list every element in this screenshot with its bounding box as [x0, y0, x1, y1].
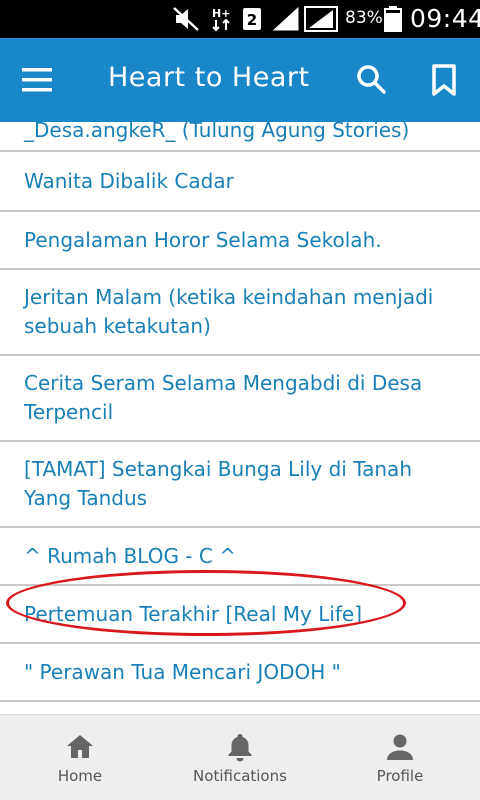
list-item[interactable]: ^ Rumah BLOG - C ^ [0, 528, 480, 586]
nav-profile[interactable]: Profile [320, 715, 480, 800]
list-item[interactable]: Jeritan Malam (ketika keindahan menjadi … [0, 270, 480, 356]
battery-percent: 83% [345, 8, 383, 28]
network-type-label: H+ [212, 7, 230, 20]
clock: 09:44 [410, 4, 480, 33]
list-item-label: Cerita Seram Selama Mengabdi di Desa Ter… [24, 371, 423, 424]
app-title: Heart to Heart [108, 62, 310, 93]
list-item-label: Jeritan Malam (ketika keindahan menjadi … [24, 285, 434, 338]
story-list: _Desa.angkeR_ (Tulung Agung Stories) Wan… [0, 122, 480, 714]
network-type-icon: H+ [212, 7, 230, 32]
bottom-navigation: Home Notifications Profile [0, 714, 480, 800]
list-item-label: [TAMAT] Setangkai Bunga Lily di Tanah Ya… [24, 457, 412, 510]
list-item[interactable]: Pengalaman Horor Selama Sekolah. [0, 212, 480, 270]
list-item-label: _Desa.angkeR_ (Tulung Agung Stories) [24, 122, 410, 142]
list-item[interactable]: [TAMAT] Setangkai Bunga Lily di Tanah Ya… [0, 442, 480, 528]
list-item[interactable]: Wanita Dibalik Cadar [0, 152, 480, 212]
nav-profile-label: Profile [376, 767, 424, 785]
sim-2-icon: 2 [243, 8, 261, 30]
app-screen: H+ 2 83% 09:44 Heart to Heart _Desa.angk… [0, 0, 480, 800]
list-item-label: " Perawan Tua Mencari JODOH " [24, 659, 341, 684]
status-bar: H+ 2 83% 09:44 [0, 0, 480, 38]
list-item-label: Pertemuan Terakhir [Real My Life] [24, 601, 363, 626]
list-item-label: Pengalaman Horor Selama Sekolah. [24, 227, 382, 252]
bookmark-icon[interactable] [424, 60, 464, 100]
list-item-label: ^ Rumah BLOG - C ^ [24, 543, 236, 568]
person-icon [387, 734, 413, 760]
list-item-label: Wanita Dibalik Cadar [24, 168, 234, 193]
nav-home[interactable]: Home [0, 715, 160, 800]
list-item[interactable]: " Perawan Tua Mencari JODOH " [0, 644, 480, 702]
battery-icon [384, 6, 402, 32]
nav-notifications-label: Notifications [193, 767, 287, 785]
nav-home-label: Home [57, 767, 103, 785]
nav-notifications[interactable]: Notifications [160, 715, 320, 800]
mute-icon [173, 7, 199, 31]
list-item[interactable]: _Desa.angkeR_ (Tulung Agung Stories) [0, 122, 480, 152]
bell-icon [228, 734, 252, 762]
menu-icon[interactable] [20, 62, 60, 98]
list-item[interactable]: Pertemuan Terakhir [Real My Life] [0, 586, 480, 644]
search-icon[interactable] [352, 60, 392, 100]
app-bar: Heart to Heart [0, 38, 480, 122]
home-icon [67, 735, 93, 758]
signal-roaming-icon [304, 6, 338, 32]
signal-icon [272, 6, 299, 31]
sim-slot-label: 2 [247, 11, 257, 29]
list-item[interactable]: Cerita Seram Selama Mengabdi di Desa Ter… [0, 356, 480, 442]
